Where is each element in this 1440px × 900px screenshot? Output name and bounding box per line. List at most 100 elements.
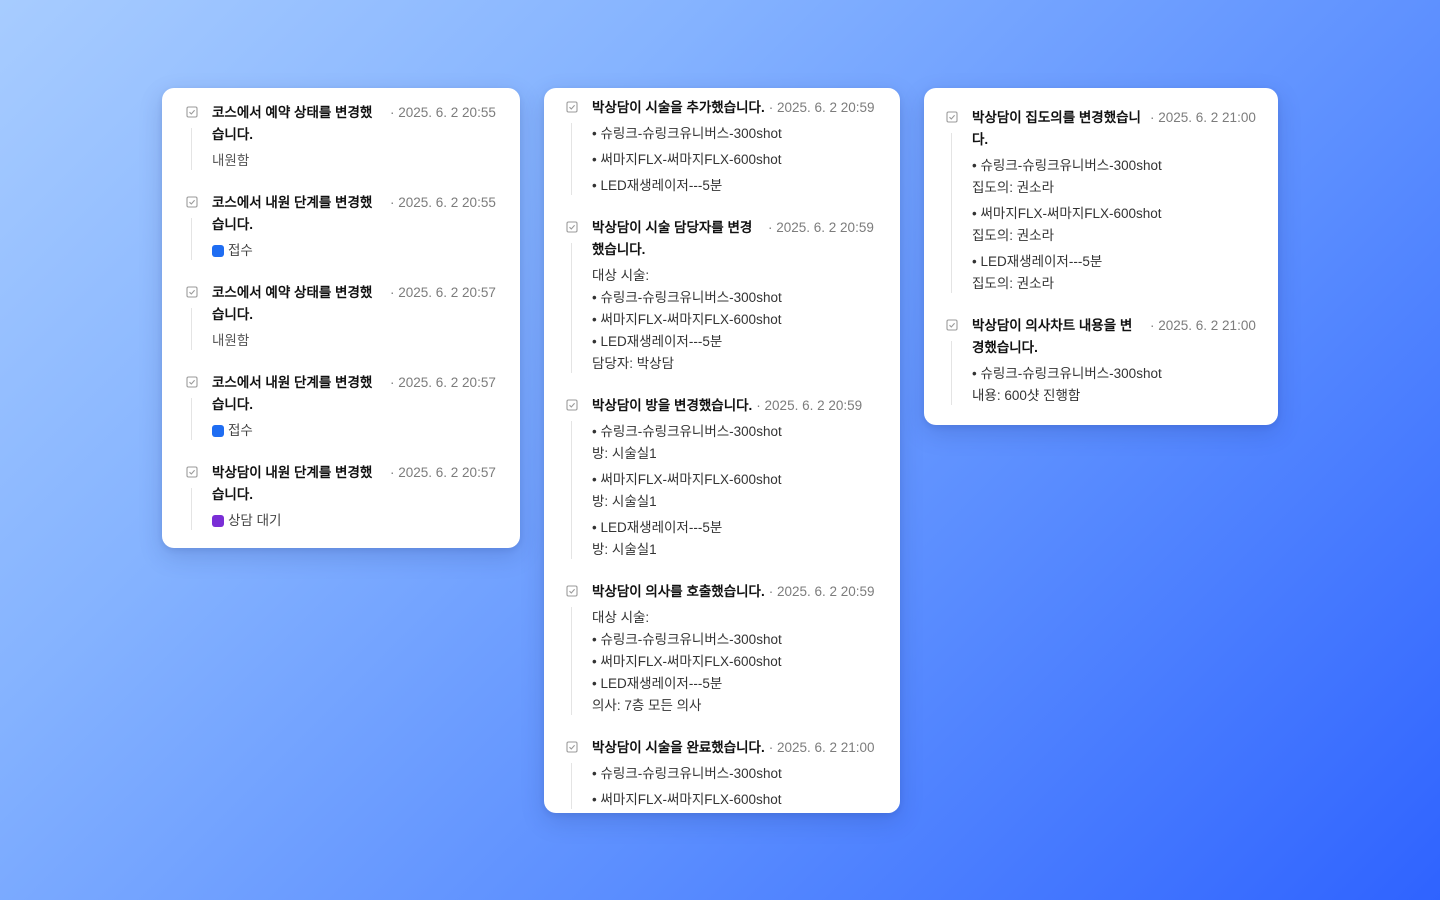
entry-title: 박상담이 집도의를 변경했습니다.	[972, 110, 1141, 147]
checkbox-icon	[186, 196, 198, 208]
entry-text: 내원함	[212, 153, 250, 168]
checkbox-icon	[566, 741, 578, 753]
procedure-item: • 슈링크-슈링크유니버스-300shot	[592, 290, 782, 305]
entry-timestamp: · 2025. 6. 2 20:59	[768, 100, 875, 115]
timeline-rail	[571, 607, 572, 715]
chart-content-text: 내용: 600샷 진행함	[972, 388, 1081, 403]
entry-title: 박상담이 의사차트 내용을 변경했습니다.	[972, 318, 1133, 355]
timeline-rail	[191, 488, 192, 530]
entry-title: 박상담이 내원 단계를 변경했습니다.	[212, 465, 373, 502]
status-badge: 접수	[212, 420, 520, 442]
entry-title: 코스에서 예약 상태를 변경했습니다.	[212, 105, 373, 142]
activity-entry: 박상담이 의사차트 내용을 변경했습니다. · 2025. 6. 2 21:00…	[946, 315, 1260, 407]
activity-entry: 박상담이 내원 단계를 변경했습니다. · 2025. 6. 2 20:57 상…	[186, 462, 520, 532]
checkbox-icon	[566, 399, 578, 411]
entry-timestamp: · 2025. 6. 2 20:55	[390, 105, 496, 120]
status-badge: 접수	[212, 240, 520, 262]
activity-entry: 코스에서 예약 상태를 변경했습니다. · 2025. 6. 2 20:57 내…	[186, 282, 520, 352]
entry-title: 코스에서 예약 상태를 변경했습니다.	[212, 285, 373, 322]
procedure-item: • 슈링크-슈링크유니버스-300shot	[972, 158, 1162, 173]
activity-entry: 코스에서 예약 상태를 변경했습니다. · 2025. 6. 2 20:55 내…	[186, 102, 520, 172]
timeline-rail	[191, 308, 192, 350]
status-color-dot	[212, 425, 224, 437]
entry-title: 코스에서 내원 단계를 변경했습니다.	[212, 195, 373, 232]
entry-title: 박상담이 방을 변경했습니다.	[592, 398, 753, 413]
timeline-rail	[571, 243, 572, 373]
procedure-item: • 슈링크-슈링크유니버스-300shot	[592, 766, 782, 781]
procedure-item: • 슈링크-슈링크유니버스-300shot	[592, 632, 782, 647]
entry-timestamp: · 2025. 6. 2 20:57	[390, 285, 496, 300]
checkbox-icon	[566, 221, 578, 233]
room-text: 방: 시술실1	[592, 446, 657, 461]
assignee-text: 담당자: 박상담	[592, 356, 675, 371]
entry-timestamp: · 2025. 6. 2 21:00	[1150, 318, 1256, 333]
surgeon-text: 집도의: 권소라	[972, 228, 1055, 243]
activity-entry: 박상담이 의사를 호출했습니다. · 2025. 6. 2 20:59 대상 시…	[566, 581, 880, 717]
activity-entry: 코스에서 내원 단계를 변경했습니다. · 2025. 6. 2 20:55 접…	[186, 192, 520, 262]
checkbox-icon	[946, 111, 958, 123]
activity-card-2: 박상담이 시술을 추가했습니다. · 2025. 6. 2 20:59 • 슈링…	[544, 88, 900, 813]
activity-entry: 코스에서 내원 단계를 변경했습니다. · 2025. 6. 2 20:57 접…	[186, 372, 520, 442]
entry-title: 코스에서 내원 단계를 변경했습니다.	[212, 375, 373, 412]
checkbox-icon	[186, 286, 198, 298]
entry-timestamp: · 2025. 6. 2 20:57	[390, 375, 496, 390]
timeline-rail	[191, 128, 192, 170]
status-label: 접수	[228, 243, 253, 258]
entry-timestamp: · 2025. 6. 2 21:00	[768, 740, 875, 755]
procedure-item: • LED재생레이저---5분	[592, 178, 723, 193]
entry-timestamp: · 2025. 6. 2 20:59	[768, 584, 875, 599]
procedure-item: • 슈링크-슈링크유니버스-300shot	[592, 424, 782, 439]
entry-text: 내원함	[212, 333, 250, 348]
procedure-item: • 써마지FLX-써마지FLX-600shot	[972, 206, 1162, 221]
surgeon-text: 집도의: 권소라	[972, 276, 1055, 291]
checkbox-icon	[566, 585, 578, 597]
activity-entry: 박상담이 집도의를 변경했습니다. · 2025. 6. 2 21:00 • 슈…	[946, 107, 1260, 295]
checkbox-icon	[186, 376, 198, 388]
target-label: 대상 시술:	[592, 268, 650, 283]
timeline-rail	[571, 763, 572, 809]
entry-timestamp: · 2025. 6. 2 21:00	[1150, 110, 1256, 125]
activity-card-3: 박상담이 집도의를 변경했습니다. · 2025. 6. 2 21:00 • 슈…	[924, 88, 1278, 425]
timeline-rail	[571, 421, 572, 559]
checkbox-icon	[946, 319, 958, 331]
timeline-rail	[191, 218, 192, 260]
procedure-item: • LED재생레이저---5분	[972, 254, 1103, 269]
room-text: 방: 시술실1	[592, 494, 657, 509]
entry-title: 박상담이 시술 담당자를 변경했습니다.	[592, 220, 753, 257]
entry-title: 박상담이 시술을 완료했습니다.	[592, 740, 765, 755]
activity-entry: 박상담이 시술 담당자를 변경했습니다. · 2025. 6. 2 20:59 …	[566, 217, 880, 375]
status-label: 상담 대기	[228, 513, 282, 528]
activity-card-1: 코스에서 예약 상태를 변경했습니다. · 2025. 6. 2 20:55 내…	[162, 88, 520, 548]
procedure-item: • 슈링크-슈링크유니버스-300shot	[972, 366, 1162, 381]
surgeon-text: 집도의: 권소라	[972, 180, 1055, 195]
procedure-item: • 써마지FLX-써마지FLX-600shot	[592, 152, 782, 167]
activity-entry: 박상담이 방을 변경했습니다. · 2025. 6. 2 20:59 • 슈링크…	[566, 395, 880, 561]
procedure-item: • LED재생레이저---5분	[592, 676, 723, 691]
procedure-item: • 써마지FLX-써마지FLX-600shot	[592, 792, 782, 807]
entry-timestamp: · 2025. 6. 2 20:57	[390, 465, 496, 480]
procedure-item: • 써마지FLX-써마지FLX-600shot	[592, 472, 782, 487]
status-badge: 상담 대기	[212, 510, 520, 532]
entry-timestamp: · 2025. 6. 2 20:59	[756, 398, 863, 413]
room-text: 방: 시술실1	[592, 542, 657, 557]
checkbox-icon	[186, 106, 198, 118]
entry-title: 박상담이 시술을 추가했습니다.	[592, 100, 765, 115]
timeline-rail	[571, 123, 572, 195]
doctor-text: 의사: 7층 모든 의사	[592, 698, 702, 713]
checkbox-icon	[566, 101, 578, 113]
procedure-item: • 써마지FLX-써마지FLX-600shot	[592, 312, 782, 327]
status-color-dot	[212, 515, 224, 527]
timeline-rail	[951, 133, 952, 293]
activity-entry: 박상담이 시술을 완료했습니다. · 2025. 6. 2 21:00 • 슈링…	[566, 737, 880, 811]
entry-timestamp: · 2025. 6. 2 20:59	[768, 220, 874, 235]
timeline-rail	[191, 398, 192, 440]
target-label: 대상 시술:	[592, 610, 650, 625]
procedure-item: • LED재생레이저---5분	[592, 334, 723, 349]
status-label: 접수	[228, 423, 253, 438]
procedure-item: • LED재생레이저---5분	[592, 520, 723, 535]
checkbox-icon	[186, 466, 198, 478]
procedure-item: • 슈링크-슈링크유니버스-300shot	[592, 126, 782, 141]
entry-title: 박상담이 의사를 호출했습니다.	[592, 584, 765, 599]
procedure-item: • 써마지FLX-써마지FLX-600shot	[592, 654, 782, 669]
timeline-rail	[951, 341, 952, 405]
